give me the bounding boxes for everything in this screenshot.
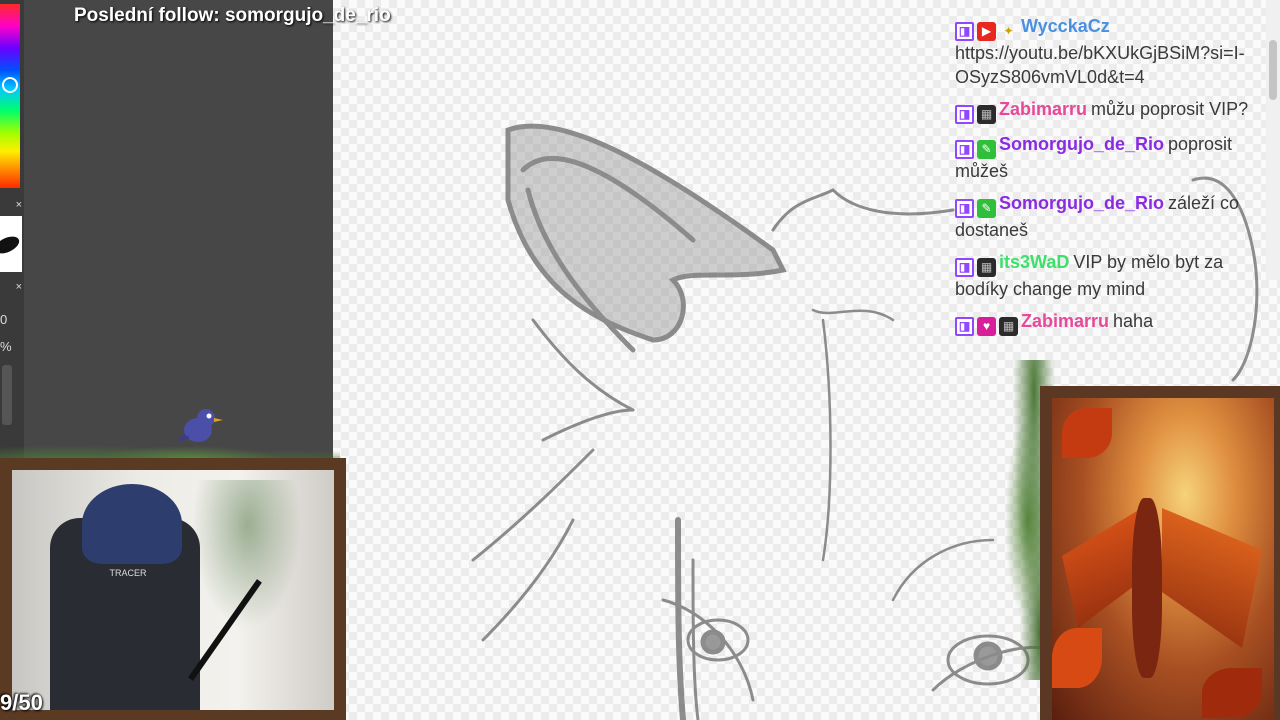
pencil-badge-icon: ✎ [977, 199, 996, 218]
twitch-icon: ◨ [955, 199, 974, 218]
close-icon[interactable]: × [0, 280, 22, 294]
dragon-body [1132, 498, 1162, 678]
webcam-feed: TRACER [12, 470, 334, 710]
hue-slider[interactable] [0, 4, 20, 188]
twitch-icon: ◨ [955, 105, 974, 124]
chat-username[interactable]: Somorgujo_de_Rio [999, 134, 1164, 154]
leaf [1202, 668, 1262, 718]
percent-label: % [0, 339, 12, 354]
chat-message: ◨ ▶ ✦ WycckaCz https://youtu.be/bKXUkGjBSiM?… [955, 14, 1277, 89]
leaf [1052, 628, 1102, 688]
heart-badge-icon: ♥ [977, 317, 996, 336]
chat-message: ◨ ♥ ▦ Zabimarru haha [955, 309, 1277, 336]
chat-message: ◨ ▦ Zabimarru můžu poprosit VIP? [955, 97, 1277, 124]
chat-username[interactable]: Somorgujo_de_Rio [999, 193, 1164, 213]
chat-message: ◨ ✎ Somorgujo_de_Rio záleží co dostaneš [955, 191, 1277, 242]
chair-brand-label: TRACER [109, 568, 147, 578]
close-icon[interactable]: × [0, 198, 22, 212]
dragon-wing [1062, 508, 1142, 628]
chat-message: ◨ ▦ its3WaD VIP by mělo byt za bodíky chang… [955, 250, 1277, 301]
brush-preview [0, 216, 22, 272]
pencil-badge-icon: ✎ [977, 140, 996, 159]
opacity-value[interactable]: 0 [0, 312, 7, 327]
tool-strip: × × 0 % [0, 0, 24, 460]
plant [192, 480, 302, 630]
goal-counter: 9/50 [0, 690, 43, 715]
dragon-artwork [1052, 398, 1274, 720]
pixel-badge-icon: ▦ [977, 258, 996, 277]
dragon-wing [1162, 508, 1262, 648]
streamer [82, 484, 182, 564]
artwork-frame [1040, 386, 1280, 720]
pixel-badge-icon: ▦ [977, 105, 996, 124]
chat-overlay: ◨ ▶ ✦ WycckaCz https://youtu.be/bKXUkGjBSiM?… [955, 14, 1277, 344]
pixel-badge-icon: ▦ [999, 317, 1018, 336]
twitch-icon: ◨ [955, 258, 974, 277]
twitch-icon: ◨ [955, 22, 974, 41]
chat-message-text: můžu poprosit VIP? [1091, 99, 1249, 119]
twitch-icon: ◨ [955, 140, 974, 159]
chat-username[interactable]: Zabimarru [1021, 311, 1109, 331]
chat-username[interactable]: its3WaD [999, 252, 1069, 272]
chat-message-text: haha [1113, 311, 1154, 331]
brush-tip-icon [0, 233, 22, 257]
chat-username[interactable]: WycckaCz [1021, 16, 1110, 36]
chat-message-text: https://youtu.be/bKXUkGjBSiM?si=I-OSyzS8… [955, 43, 1245, 87]
youtube-badge-icon: ▶ [977, 22, 996, 41]
twitch-icon: ◨ [955, 317, 974, 336]
chat-message: ◨ ✎ Somorgujo_de_Rio poprosit můžeš [955, 132, 1277, 183]
leaf [1062, 408, 1112, 458]
chat-username[interactable]: Zabimarru [999, 99, 1087, 119]
size-scrollbar[interactable] [2, 365, 12, 425]
last-follow-banner: Poslední follow: somorgujo_de_rio [74, 5, 391, 26]
webcam-frame: TRACER [0, 458, 346, 720]
bird-mascot-icon [176, 409, 223, 442]
hue-slider-knob[interactable] [2, 77, 18, 93]
star-badge-icon: ✦ [1003, 24, 1014, 38]
